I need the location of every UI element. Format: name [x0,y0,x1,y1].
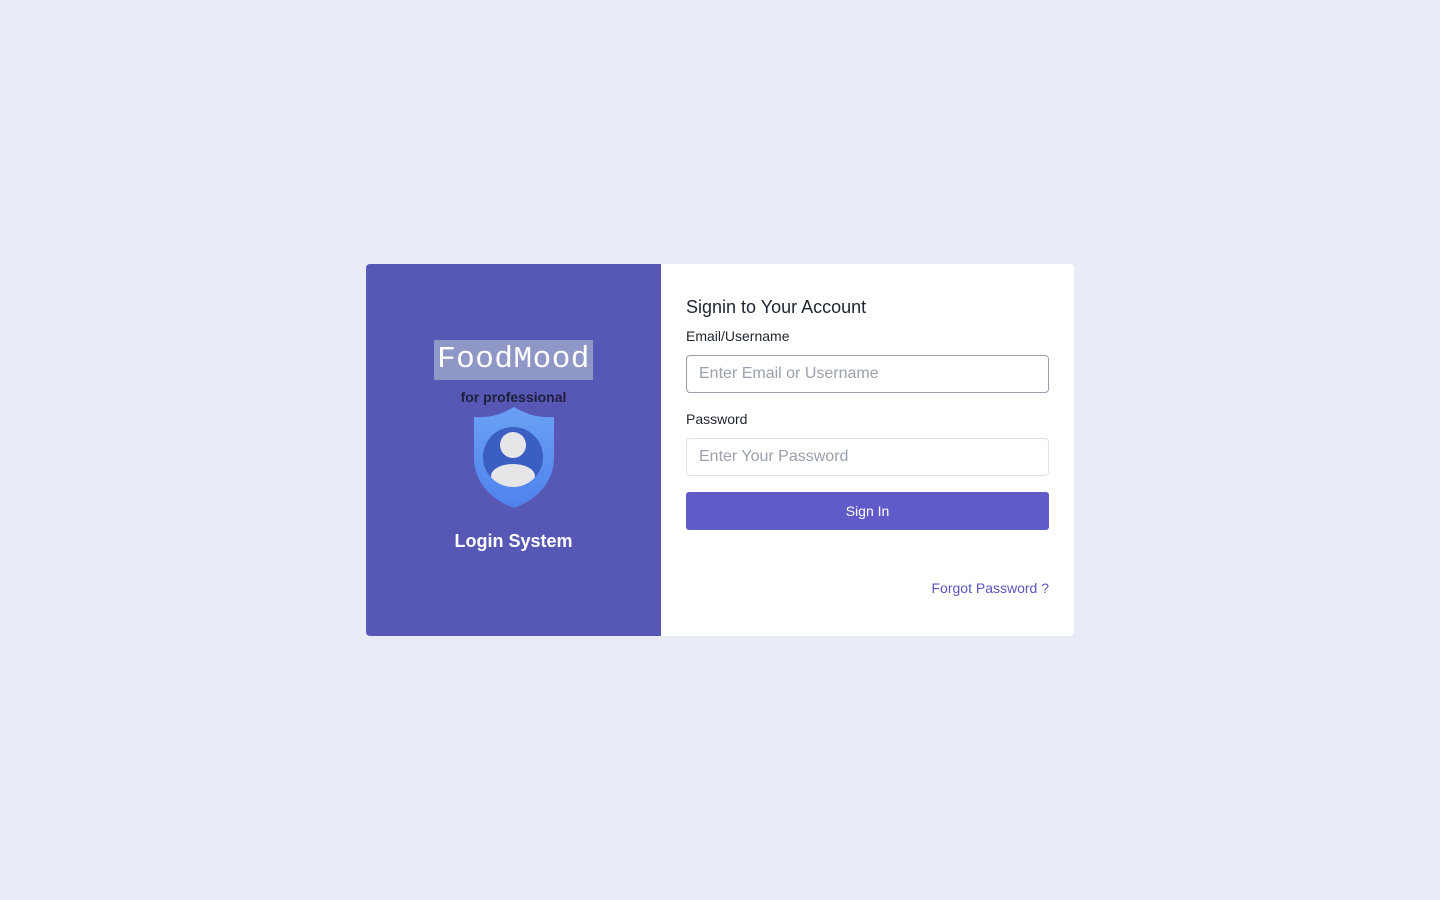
email-label: Email/Username [686,328,790,344]
form-title: Signin to Your Account [686,297,867,317]
shield-user-icon [474,407,554,508]
brand-tagline: for professional [460,389,567,405]
email-field[interactable] [686,355,1049,393]
panel-title: Login System [454,531,573,551]
forgot-password-link[interactable]: Forgot Password ? [932,580,1050,596]
sign-in-button[interactable]: Sign In [686,492,1049,530]
brand-panel: FoodMood for professional Login System [366,264,661,636]
signin-form: Signin to Your Account Email/Username Pa… [661,264,1074,636]
login-card: FoodMood for professional Login System S… [366,264,1074,636]
password-field[interactable] [686,438,1049,476]
app-logo: FoodMood [434,340,593,380]
password-label: Password [686,411,748,427]
